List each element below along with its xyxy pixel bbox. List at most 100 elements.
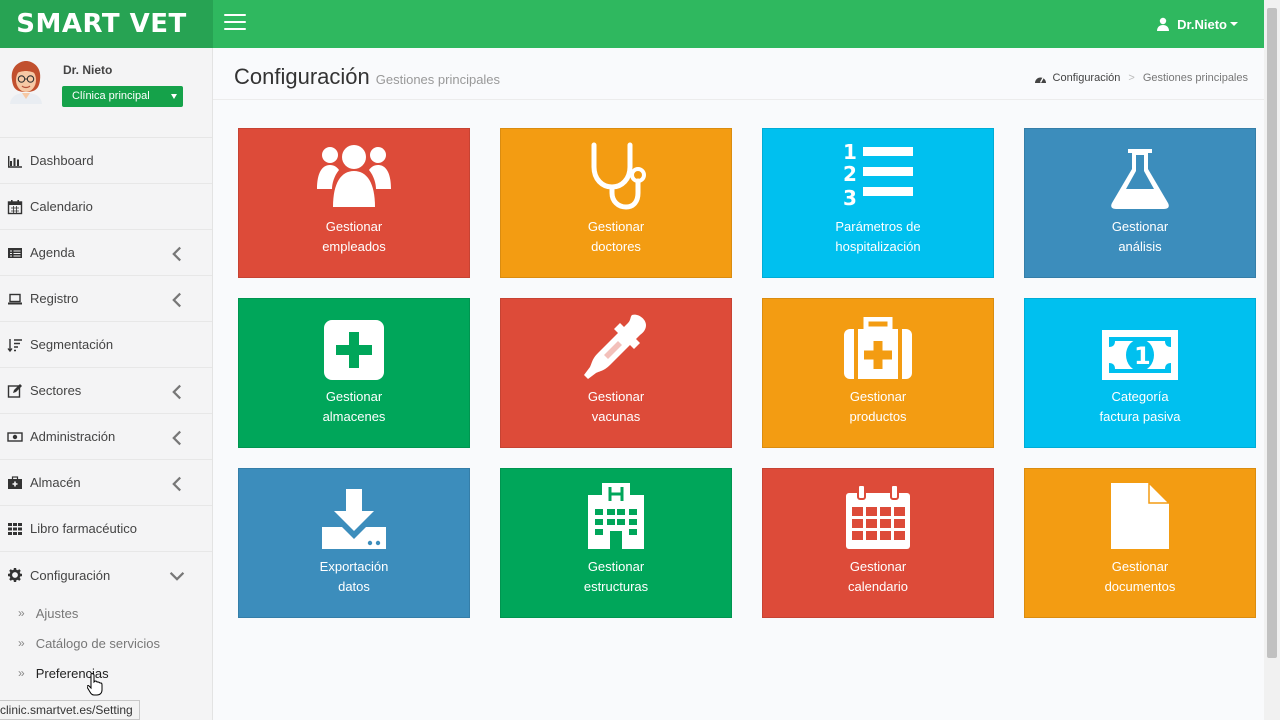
- chevron-left-icon: [172, 292, 181, 308]
- sidebar-item-sectores[interactable]: Sectores: [0, 368, 212, 414]
- gear-icon: [8, 568, 22, 582]
- sidebar-item-almacen[interactable]: Almacén: [0, 460, 212, 506]
- tile-label-line2: hospitalización: [835, 239, 921, 254]
- sidebar-item-label: Agenda: [30, 245, 75, 260]
- avatar: [10, 61, 42, 104]
- flask-icon: [1111, 149, 1169, 209]
- tile-label-line1: Gestionar: [325, 219, 383, 234]
- dashboard-icon: [1034, 77, 1046, 83]
- banknote-icon: 1: [1102, 330, 1178, 380]
- tile-label-line2: empleados: [322, 239, 386, 254]
- tile-label-line2: calendario: [848, 579, 908, 594]
- top-navbar: SMART VET Dr.Nieto: [0, 0, 1264, 48]
- sidebar-item-segmentacion[interactable]: Segmentación: [0, 322, 212, 368]
- tile-exportacion-datos[interactable]: Exportación datos: [238, 468, 470, 618]
- svg-text:1: 1: [843, 140, 857, 164]
- submenu-item-preferencias[interactable]: » Preferencias: [0, 658, 212, 688]
- user-menu[interactable]: Dr.Nieto: [1156, 0, 1238, 48]
- sidebar-user-name: Dr. Nieto: [63, 63, 113, 77]
- tile-gestionar-productos[interactable]: Gestionar productos: [762, 298, 994, 448]
- clinic-select-value: Clínica principal: [72, 90, 150, 102]
- tile-label-line2: vacunas: [591, 409, 641, 424]
- tile-gestionar-almacenes[interactable]: Gestionar almacenes: [238, 298, 470, 448]
- edit-icon: [7, 383, 22, 398]
- page-subtitle: Gestiones principales: [375, 72, 501, 87]
- sort-amount-icon: [7, 338, 22, 352]
- tile-label-line2: datos: [338, 579, 370, 594]
- sidebar: Dr. Nieto Clínica principal Dashboard Ca…: [0, 48, 213, 720]
- tile-parametros-hospitalizacion[interactable]: 123 Parámetros de hospitalización: [762, 128, 994, 278]
- double-chevron-right-icon: »: [18, 606, 25, 620]
- users-icon: [317, 145, 391, 207]
- tile-gestionar-vacunas[interactable]: Gestionar vacunas: [500, 298, 732, 448]
- sidebar-item-label: Sectores: [30, 383, 82, 398]
- tile-label-line2: almacenes: [322, 409, 386, 424]
- page-scrollbar[interactable]: [1264, 0, 1280, 720]
- tile-gestionar-doctores[interactable]: Gestionar doctores: [500, 128, 732, 278]
- tile-label-line1: Parámetros de: [835, 219, 921, 234]
- grid-icon: [8, 522, 22, 535]
- breadcrumb: Configuración > Gestiones principales: [1034, 72, 1248, 84]
- list-alt-icon: [8, 247, 22, 258]
- download-icon: [322, 489, 386, 549]
- tile-gestionar-empleados[interactable]: Gestionar empleados: [238, 128, 470, 278]
- caret-down-icon: [1230, 22, 1238, 26]
- sidebar-item-libro-farmaceutico[interactable]: Libro farmacéutico: [0, 506, 212, 552]
- sidebar-item-label: Calendario: [30, 199, 93, 214]
- scrollbar-thumb[interactable]: [1267, 8, 1277, 658]
- sidebar-item-label: Configuración: [30, 567, 111, 583]
- tile-label-line2: documentos: [1104, 579, 1176, 594]
- tile-gestionar-documentos[interactable]: Gestionar documentos: [1024, 468, 1256, 618]
- sidebar-item-label: Administración: [30, 429, 116, 444]
- sidebar-item-label: Libro farmacéutico: [30, 521, 137, 536]
- tile-label-line1: Gestionar: [587, 389, 645, 404]
- clinic-select[interactable]: Clínica principal: [62, 86, 183, 107]
- tile-label-line2: productos: [849, 409, 907, 424]
- tile-label-line2: análisis: [1118, 239, 1162, 254]
- hand-cursor-icon: [87, 673, 103, 696]
- tile-label-line1: Gestionar: [1111, 559, 1169, 574]
- tile-gestionar-calendario[interactable]: Gestionar calendario: [762, 468, 994, 618]
- tile-gestionar-analisis[interactable]: Gestionar análisis: [1024, 128, 1256, 278]
- hamburger-icon: [224, 14, 246, 16]
- sidebar-item-calendario[interactable]: Calendario: [0, 184, 212, 230]
- chevron-left-icon: [172, 246, 181, 262]
- double-chevron-right-icon: »: [18, 666, 25, 680]
- tile-gestionar-estructuras[interactable]: Gestionar estructuras: [500, 468, 732, 618]
- tile-label-line1: Gestionar: [849, 389, 907, 404]
- sidebar-item-agenda[interactable]: Agenda: [0, 230, 212, 276]
- chevron-left-icon: [172, 384, 181, 400]
- file-icon: [1111, 481, 1171, 549]
- tile-label-line1: Gestionar: [1111, 219, 1169, 234]
- eyedropper-icon: [584, 314, 646, 379]
- hospital-icon: [588, 483, 644, 549]
- sidebar-item-configuracion[interactable]: Configuración: [0, 552, 212, 598]
- content-header: Configuración Gestiones principales Confi…: [213, 48, 1264, 100]
- user-icon: [1157, 17, 1170, 31]
- chevron-down-icon: [169, 572, 185, 581]
- submenu-item-label: Ajustes: [35, 605, 79, 621]
- page-title: Configuración Gestiones principales: [234, 64, 500, 90]
- configuracion-submenu: » Ajustes » Catálogo de servicios » Pref…: [0, 598, 212, 688]
- plus-square-icon: [324, 320, 384, 380]
- sidebar-toggle-button[interactable]: [224, 14, 246, 32]
- sidebar-item-registro[interactable]: Registro: [0, 276, 212, 322]
- app-logo[interactable]: SMART VET: [0, 0, 213, 48]
- sidebar-item-administracion[interactable]: Administración: [0, 414, 212, 460]
- tile-categoria-factura-pasiva[interactable]: 1 Categoría factura pasiva: [1024, 298, 1256, 448]
- sidebar-item-label: Almacén: [30, 475, 81, 490]
- submenu-item-catalogo-servicios[interactable]: » Catálogo de servicios: [0, 628, 212, 658]
- page-title-text: Configuración: [234, 64, 370, 89]
- tile-label-line1: Categoría: [1111, 389, 1169, 404]
- tile-label-line2: factura pasiva: [1099, 409, 1181, 424]
- tile-label-line1: Exportación: [319, 559, 389, 574]
- breadcrumb-item-current: Gestiones principales: [1142, 72, 1248, 84]
- breadcrumb-item-configuracion[interactable]: Configuración: [1053, 72, 1121, 84]
- sidebar-item-label: Registro: [30, 291, 79, 306]
- sidebar-menu: Dashboard Calendario Agenda Registro Seg…: [0, 138, 212, 598]
- svg-text:3: 3: [843, 186, 857, 210]
- sidebar-item-dashboard[interactable]: Dashboard: [0, 138, 212, 184]
- submenu-item-ajustes[interactable]: » Ajustes: [0, 598, 212, 628]
- laptop-icon: [8, 293, 22, 304]
- breadcrumb-separator: >: [1128, 72, 1135, 84]
